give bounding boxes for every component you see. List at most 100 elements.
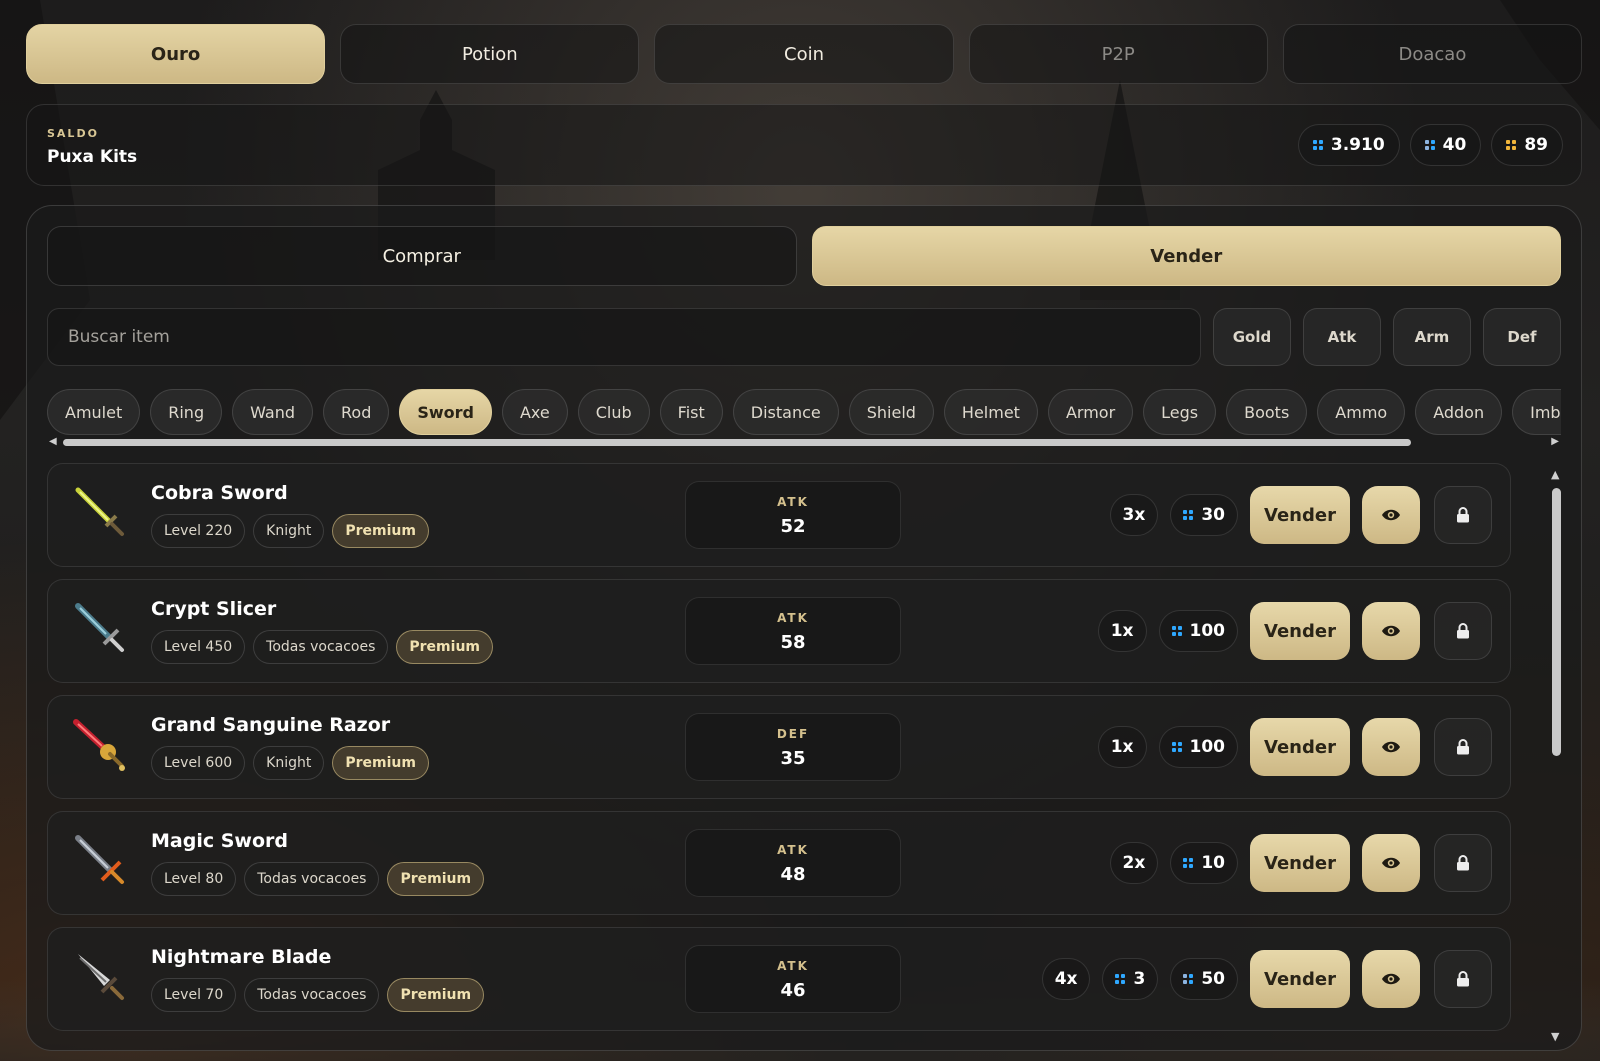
item-tags: Level 600 Knight Premium [151,746,429,780]
tab-comprar[interactable]: Comprar [47,226,797,286]
category-rod[interactable]: Rod [323,389,390,435]
category-bar: Amulet Ring Wand Rod Sword Axe Club Fist… [47,389,1561,435]
filter-def-button[interactable]: Def [1483,308,1561,366]
lock-button[interactable] [1434,602,1492,660]
blue-gem-icon [1183,510,1194,520]
view-button[interactable] [1362,486,1420,544]
item-name: Cobra Sword [151,482,288,504]
eye-icon [1382,741,1400,753]
currency-value: 40 [1442,135,1467,155]
category-club[interactable]: Club [577,389,650,435]
price-pill: 100 [1158,726,1238,768]
category-sword[interactable]: Sword [399,389,492,435]
price-value: 50 [1201,969,1225,989]
tab-doacao[interactable]: Doacao [1282,24,1583,84]
category-ammo[interactable]: Ammo [1317,389,1406,435]
mode-tabs: Comprar Vender [47,226,1561,286]
tab-vender[interactable]: Vender [811,226,1561,286]
category-imbuement[interactable]: Imbuement [1512,389,1561,435]
quantity-badge: 1x [1097,610,1147,652]
category-helmet[interactable]: Helmet [943,389,1038,435]
view-button[interactable] [1362,602,1420,660]
level-tag: Level 80 [151,862,237,896]
view-button[interactable] [1362,834,1420,892]
scroll-left-icon[interactable]: ◀ [49,436,57,448]
item-list-scrollbar[interactable]: ▲ ▼ [1549,468,1563,1043]
filter-atk-button[interactable]: Atk [1303,308,1381,366]
list-item: Cobra Sword Level 220 Knight Premium ATK… [47,463,1511,567]
vocation-tag: Todas vocacoes [244,862,380,896]
lock-button[interactable] [1434,486,1492,544]
tab-potion[interactable]: Potion [340,24,640,84]
sell-button[interactable]: Vender [1250,486,1350,544]
price-value: 30 [1201,505,1225,525]
lock-button[interactable] [1434,834,1492,892]
tab-p2p[interactable]: P2P [968,24,1268,84]
tab-ouro[interactable]: Ouro [26,24,326,84]
lock-button[interactable] [1434,718,1492,776]
category-scrollbar[interactable]: ◀ ▶ [47,436,1561,448]
premium-tag: Premium [332,514,429,548]
filter-gold-button[interactable]: Gold [1213,308,1291,366]
scroll-right-icon[interactable]: ▶ [1551,436,1559,448]
vocation-tag: Knight [253,514,325,548]
lock-button[interactable] [1434,950,1492,1008]
stat-box: ATK 58 [685,597,901,665]
balance-label: SALDO [47,127,99,140]
item-actions: 3x 30 Vender [1109,486,1492,544]
search-input[interactable] [68,327,1200,347]
view-button[interactable] [1362,718,1420,776]
list-item: Magic Sword Level 80 Todas vocacoes Prem… [47,811,1511,915]
item-name: Grand Sanguine Razor [151,714,391,736]
category-distance[interactable]: Distance [732,389,839,435]
quantity-value: 1x [1110,737,1134,757]
item-tags: Level 70 Todas vocacoes Premium [151,978,485,1012]
tab-label: Ouro [150,43,201,65]
category-wand[interactable]: Wand [232,389,313,435]
sell-button[interactable]: Vender [1250,834,1350,892]
category-boots[interactable]: Boots [1226,389,1308,435]
quantity-value: 2x [1122,853,1146,873]
tab-coin[interactable]: Coin [654,24,954,84]
category-fist[interactable]: Fist [659,389,723,435]
price-pill: 30 [1170,494,1238,536]
crypt-slicer-icon [75,603,124,652]
category-amulet[interactable]: Amulet [47,389,141,435]
item-tags: Level 450 Todas vocacoes Premium [151,630,493,664]
blue-gem-icon [1183,858,1194,868]
category-legs[interactable]: Legs [1143,389,1217,435]
eye-icon [1382,509,1400,521]
stat-key: DEF [776,727,810,741]
category-shield[interactable]: Shield [848,389,934,435]
sell-button[interactable]: Vender [1250,602,1350,660]
price-value: 3 [1133,969,1146,989]
premium-tag: Premium [396,630,493,664]
vocation-tag: Todas vocacoes [253,630,389,664]
sell-button[interactable]: Vender [1250,718,1350,776]
sell-button[interactable]: Vender [1250,950,1350,1008]
view-button[interactable] [1362,950,1420,1008]
price-value: 100 [1189,621,1226,641]
price-pill: 10 [1170,842,1238,884]
blue-gem-icon [1424,140,1435,150]
category-addon[interactable]: Addon [1415,389,1503,435]
currency-pill: 40 [1409,124,1482,166]
category-ring[interactable]: Ring [150,389,223,435]
currency-value: 89 [1524,135,1548,155]
quantity-badge: 3x [1109,494,1159,536]
currency-pill: 89 [1491,124,1563,166]
scrollbar-thumb[interactable] [63,439,1411,446]
tab-label: Vender [1150,245,1223,267]
lock-icon [1457,739,1469,755]
gold-gem-icon [1506,140,1517,150]
scroll-down-icon[interactable]: ▼ [1551,1030,1559,1043]
category-axe[interactable]: Axe [501,389,568,435]
filter-arm-button[interactable]: Arm [1393,308,1471,366]
level-tag: Level 600 [151,746,246,780]
scroll-up-icon[interactable]: ▲ [1551,468,1559,481]
stat-key: ATK [777,611,809,625]
cobra-sword-icon [75,487,124,536]
scrollbar-thumb[interactable] [1552,488,1561,756]
item-actions: 1x 100 Vender [1097,718,1492,776]
category-armor[interactable]: Armor [1047,389,1134,435]
